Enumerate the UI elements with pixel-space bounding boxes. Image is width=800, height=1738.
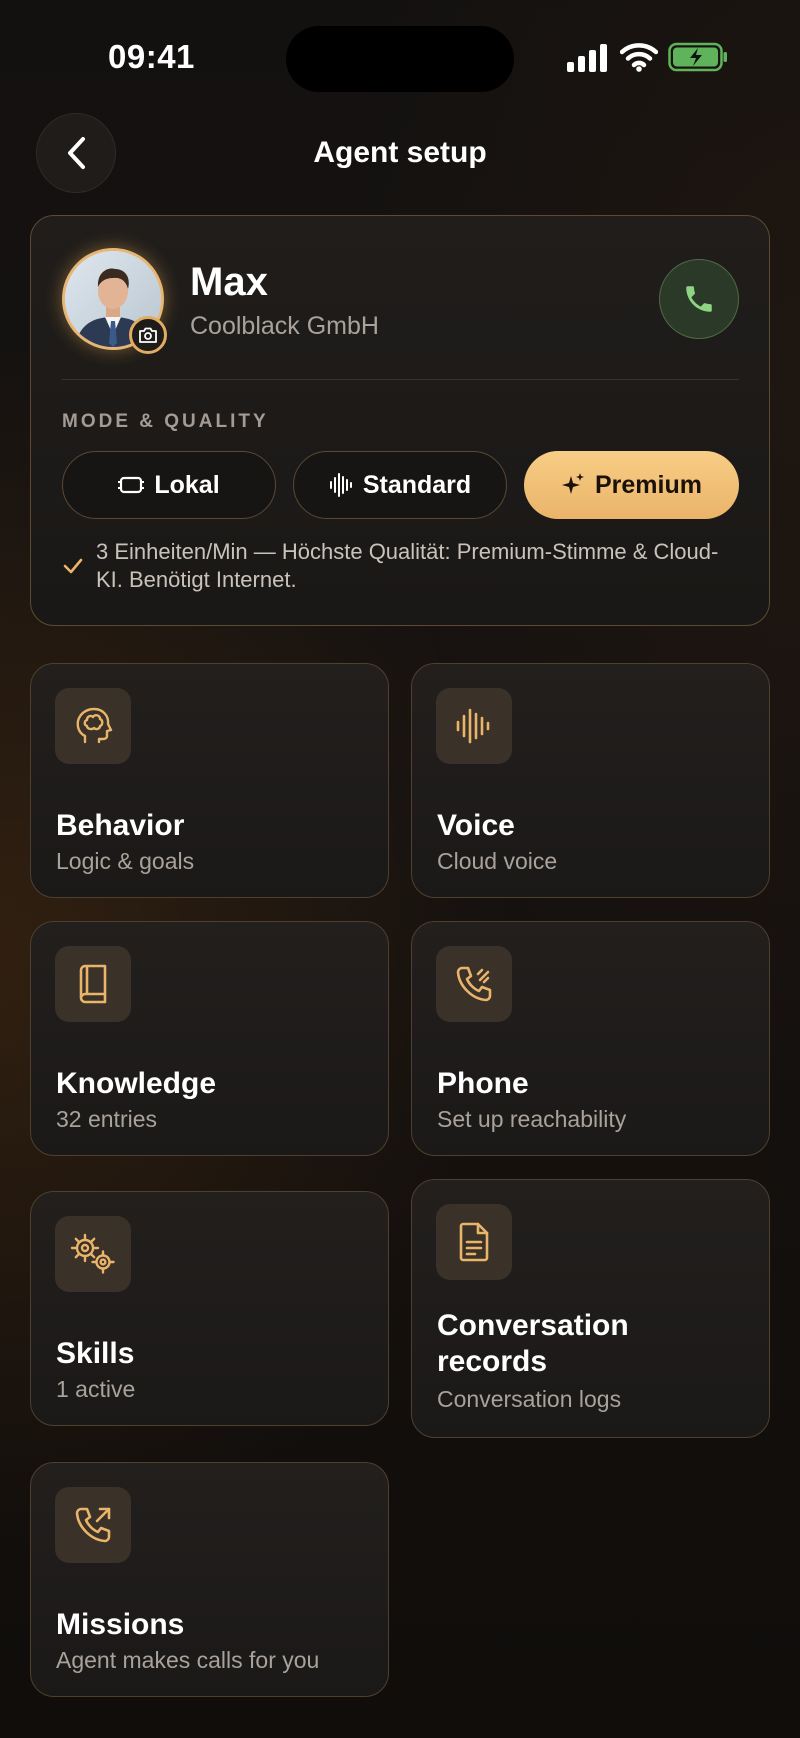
tile-behavior[interactable]: Behavior Logic & goals xyxy=(30,663,389,898)
mode-standard-button[interactable]: Standard xyxy=(293,451,507,519)
phone-icon xyxy=(682,282,716,316)
mode-description: 3 Einheiten/Min — Höchste Qualität: Prem… xyxy=(96,539,719,592)
book-icon xyxy=(55,946,131,1022)
page-title: Agent setup xyxy=(313,136,487,169)
divider xyxy=(62,379,739,380)
outgoing-call-icon xyxy=(55,1487,131,1563)
mode-label-standard: Standard xyxy=(362,470,472,499)
tile-title: Voice xyxy=(437,809,515,842)
tile-subtitle: 1 active xyxy=(56,1376,136,1402)
tile-title: Missions xyxy=(56,1608,185,1641)
tile-subtitle: Conversation logs xyxy=(437,1386,622,1412)
tile-skills[interactable]: Skills 1 active xyxy=(30,1191,389,1426)
agent-name: Max xyxy=(190,260,268,304)
tile-subtitle: Cloud voice xyxy=(437,848,558,874)
tile-subtitle: Agent makes calls for you xyxy=(56,1647,320,1673)
wifi-icon xyxy=(620,42,658,72)
mode-premium-button[interactable]: Premium xyxy=(524,451,739,519)
gears-icon xyxy=(55,1216,131,1292)
tile-subtitle: Logic & goals xyxy=(56,848,195,874)
sparkle-icon xyxy=(561,472,585,498)
battery-charging-icon xyxy=(668,42,728,72)
tile-title: Conversation records xyxy=(437,1309,629,1378)
dynamic-island xyxy=(286,26,514,92)
waveform-icon xyxy=(436,688,512,764)
status-bar: 09:41 xyxy=(0,0,800,110)
tile-voice[interactable]: Voice Cloud voice xyxy=(411,663,770,898)
chip-icon xyxy=(118,475,145,495)
brain-icon xyxy=(55,688,131,764)
tile-title: Behavior xyxy=(56,809,185,842)
cellular-signal-icon xyxy=(567,44,609,72)
tile-phone[interactable]: Phone Set up reachability xyxy=(411,921,770,1156)
camera-icon xyxy=(138,327,158,343)
mode-lokal-button[interactable]: Lokal xyxy=(62,451,276,519)
tile-conversation-records[interactable]: Conversation records Conversation logs xyxy=(411,1179,770,1438)
checkmark-icon xyxy=(62,555,84,577)
agent-card: Max Coolblack GmbH MODE & QUALITY Lokal xyxy=(30,215,770,626)
phone-signal-icon xyxy=(436,946,512,1022)
mode-label-lokal: Lokal xyxy=(154,470,220,499)
tile-title: Knowledge xyxy=(56,1067,217,1100)
status-time: 09:41 xyxy=(108,38,195,75)
change-photo-button[interactable] xyxy=(129,316,167,354)
waveform-icon xyxy=(329,472,353,498)
document-icon xyxy=(436,1204,512,1280)
tile-subtitle: 32 entries xyxy=(56,1106,158,1132)
test-call-button[interactable] xyxy=(659,259,739,339)
tile-subtitle: Set up reachability xyxy=(437,1106,627,1132)
agent-company: Coolblack GmbH xyxy=(190,312,379,340)
tile-missions[interactable]: Missions Agent makes calls for you xyxy=(30,1462,389,1697)
mode-label-premium: Premium xyxy=(595,470,702,499)
tile-title: Skills xyxy=(56,1337,135,1370)
mode-quality-label: MODE & QUALITY xyxy=(62,411,269,432)
tile-title: Phone xyxy=(437,1067,529,1100)
tile-knowledge[interactable]: Knowledge 32 entries xyxy=(30,921,389,1156)
